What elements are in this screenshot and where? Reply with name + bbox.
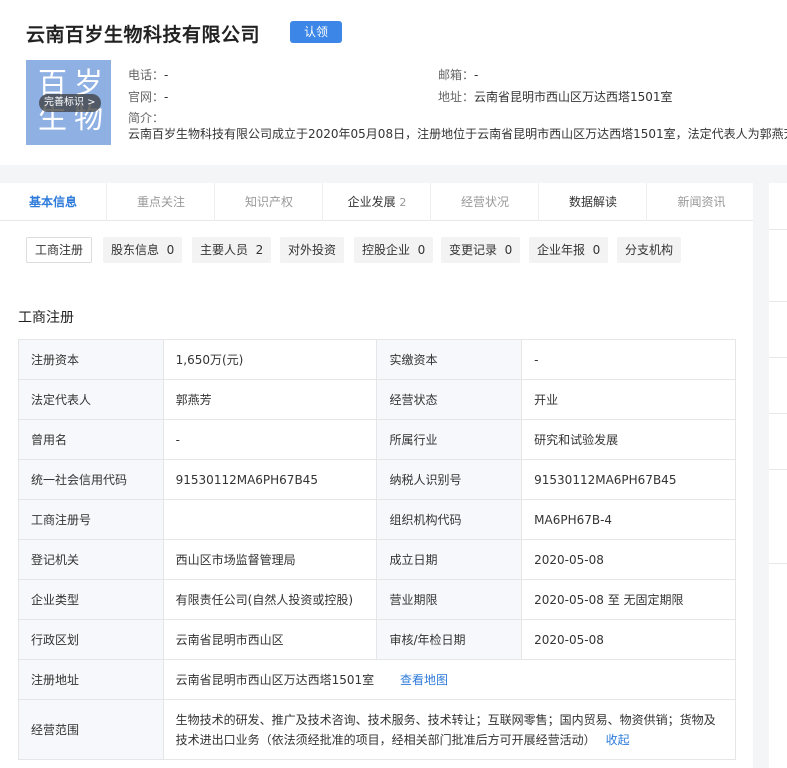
table-row: 曾用名 - 所属行业 研究和试验发展 [18,419,736,460]
subtab-investments[interactable]: 对外投资 [280,237,345,263]
table-row: 经营范围 生物技术的研发、推广及技术咨询、技术服务、技术转让；互联网零售；国内贸… [18,699,737,760]
field-value: 2020-05-08 [521,539,736,580]
address-row: 地址：云南省昆明市西山区万达西塔1501室 [438,88,673,105]
business-scope-line: 技术进出口业务（依法须经批准的项目，经相关部门批准后方可开展经营活动） [175,732,596,747]
table-row: 登记机关 西山区市场监督管理局 成立日期 2020-05-08 [18,539,736,580]
tab-data-analysis[interactable]: 数据解读 [540,183,647,221]
field-value: 有限责任公司(自然人投资或控股) [162,579,378,620]
phone-row: 电话：- [128,66,168,83]
field-label: 纳税人识别号 [376,459,523,500]
field-label: 注册地址 [18,659,164,700]
divider [769,469,787,470]
tab-news[interactable]: 新闻资讯 [648,183,755,221]
email-row: 邮箱：- [438,66,478,83]
field-value: 西山区市场监督管理局 [162,539,378,580]
email-label: 邮箱： [438,68,475,82]
field-label: 企业类型 [18,579,164,620]
field-value: 开业 [521,379,736,420]
business-scope-line: 生物技术的研发、推广及技术咨询、技术服务、技术转让；互联网零售；国内贸易、物资供… [175,712,716,727]
field-label: 组织机构代码 [376,499,523,540]
address-value: 云南省昆明市西山区万达西塔1501室 [474,90,673,104]
tab-key-focus[interactable]: 重点关注 [108,183,215,221]
claim-button[interactable]: 认领 [290,21,342,43]
subtab-holdings[interactable]: 控股企业 0 [354,237,434,263]
side-panel [769,183,787,768]
registered-address-value: 云南省昆明市西山区万达西塔1501室 [175,673,375,687]
field-value: MA6PH67B-4 [521,499,736,540]
main-card: 基本信息 重点关注 知识产权 企业发展 2 经营状况 数据解读 新闻资讯 工商注… [0,183,753,768]
company-name: 云南百岁生物科技有限公司 [26,24,261,46]
intro-text: 云南百岁生物科技有限公司成立于2020年05月08日，注册地位于云南省昆明市西山… [128,127,787,141]
field-label: 注册资本 [18,339,164,380]
field-label: 审核/年检日期 [376,619,523,660]
divider [769,301,787,302]
intro-row: 简介： [128,109,164,126]
subtab-branches[interactable]: 分支机构 [617,237,682,263]
table-row: 企业类型 有限责任公司(自然人投资或控股) 营业期限 2020-05-08 至 … [18,579,736,620]
field-label: 实缴资本 [376,339,523,380]
table-row: 注册资本 1,650万(元) 实缴资本 - [18,339,736,380]
divider [769,413,787,414]
table-row: 注册地址 云南省昆明市西山区万达西塔1501室 查看地图 [18,659,737,700]
phone-value: - [164,68,169,82]
email-value: - [474,68,479,82]
registration-table: 注册资本 1,650万(元) 实缴资本 - 法定代表人 郭燕芳 经营状态 开业 … [18,339,737,760]
field-value: 2020-05-08 至 无固定期限 [521,579,736,620]
main-tabs: 基本信息 重点关注 知识产权 企业发展 2 经营状况 数据解读 新闻资讯 [0,183,753,221]
website-row: 官网：- [128,88,168,105]
field-label: 所属行业 [376,419,523,460]
field-label: 统一社会信用代码 [18,459,164,500]
table-row: 法定代表人 郭燕芳 经营状态 开业 [18,379,736,420]
subtab-changes[interactable]: 变更记录 0 [441,237,521,263]
subtab-registration[interactable]: 工商注册 [26,237,93,263]
field-label: 经营状态 [376,379,523,420]
tab-operation[interactable]: 经营状况 [432,183,539,221]
field-value: 91530112MA6PH67B45 [521,459,736,500]
divider [769,229,787,230]
table-row: 统一社会信用代码 91530112MA6PH67B45 纳税人识别号 91530… [18,459,736,500]
section-title: 工商注册 [18,310,74,326]
field-value: 91530112MA6PH67B45 [162,459,378,500]
field-value: 研究和试验发展 [521,419,736,460]
field-value: - [521,339,736,380]
subtab-annual-reports[interactable]: 企业年报 0 [529,237,609,263]
website-label: 官网： [128,90,165,104]
subtab-shareholders[interactable]: 股东信息 0 [103,237,183,263]
business-scope: 生物技术的研发、推广及技术咨询、技术服务、技术转让；互联网零售；国内贸易、物资供… [162,699,737,760]
field-value: - [162,419,378,460]
field-value: 郭燕芳 [162,379,378,420]
view-map-link[interactable]: 查看地图 [400,673,448,687]
field-value: 1,650万(元) [162,339,378,380]
registered-address: 云南省昆明市西山区万达西塔1501室 查看地图 [162,659,737,700]
divider [769,563,787,564]
field-label: 曾用名 [18,419,164,460]
field-value [162,499,378,540]
field-label: 成立日期 [376,539,523,580]
address-label: 地址： [438,90,475,104]
intro-label: 简介： [128,111,165,125]
collapse-link[interactable]: 收起 [606,733,630,747]
field-value: 2020-05-08 [521,619,736,660]
tab-basic-info[interactable]: 基本信息 [0,183,107,221]
phone-label: 电话： [128,68,165,82]
field-label: 工商注册号 [18,499,164,540]
field-value: 云南省昆明市西山区 [162,619,378,660]
table-row: 工商注册号 组织机构代码 MA6PH67B-4 [18,499,736,540]
subtab-key-personnel[interactable]: 主要人员 2 [192,237,272,263]
tab-development[interactable]: 企业发展 2 [324,183,431,221]
field-label: 法定代表人 [18,379,164,420]
divider [769,357,787,358]
table-row: 行政区划 云南省昆明市西山区 审核/年检日期 2020-05-08 [18,619,736,660]
complete-logo-button[interactable]: 完善标识 > [39,94,101,112]
field-label: 经营范围 [18,699,164,760]
field-label: 行政区划 [18,619,164,660]
company-logo: 百 岁 生 物 完善标识 > [26,60,111,145]
company-header: 云南百岁生物科技有限公司 认领 百 岁 生 物 完善标识 > 电话：- 官网：-… [0,0,787,165]
field-label: 登记机关 [18,539,164,580]
website-value: - [164,90,169,104]
field-label: 营业期限 [376,579,523,620]
tab-ip[interactable]: 知识产权 [216,183,323,221]
